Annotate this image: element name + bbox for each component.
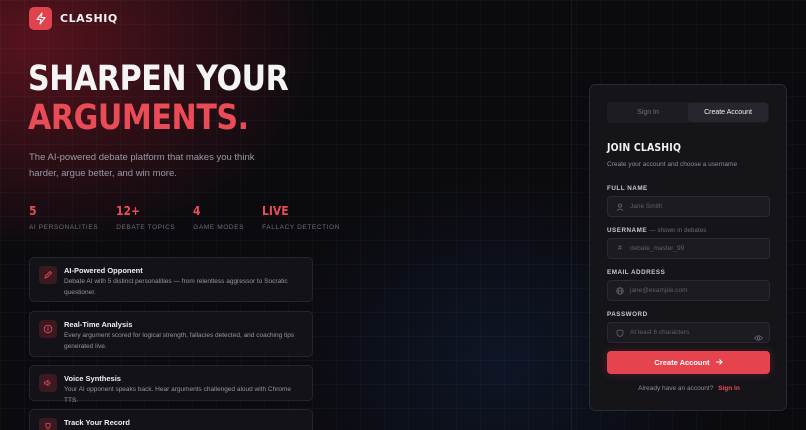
password-placeholder: At least 6 characters <box>630 329 690 336</box>
trophy-icon <box>39 418 57 430</box>
auth-card: Sign In Create Account JOIN CLASHIQ Crea… <box>589 84 787 411</box>
feature-title: Voice Synthesis <box>64 374 121 383</box>
password-label: PASSWORD <box>607 311 648 318</box>
auth-tabs: Sign In Create Account <box>607 102 769 123</box>
stat-item: 5 AI PERSONALITIES <box>29 204 98 231</box>
stat-label: FALLACY DETECTION <box>262 224 341 231</box>
stat-value: 4 <box>193 204 201 218</box>
card-title: JOIN CLASHIQ <box>607 141 682 154</box>
feature-title: Track Your Record <box>64 418 130 427</box>
fullname-field[interactable]: Jane Smith <box>607 196 770 217</box>
stat-value: LIVE <box>262 204 289 218</box>
stat-label: GAME MODES <box>193 224 245 231</box>
stat-value: 12+ <box>116 204 141 218</box>
email-field[interactable]: jane@example.com <box>607 280 770 301</box>
brand-name: CLASHIQ <box>60 12 118 25</box>
feature-description: Your AI opponent speaks back. Hear argum… <box>64 386 292 404</box>
create-account-label: Create Account <box>654 358 710 367</box>
stats-row: 5 AI PERSONALITIES 12+ DEBATE TOPICS 4 G… <box>29 204 358 231</box>
card-subtitle: Create your account and choose a usernam… <box>607 161 738 168</box>
pause-circle-icon <box>39 320 57 338</box>
username-label-text: USERNAME <box>607 227 648 234</box>
globe-icon <box>615 286 625 295</box>
stat-item: 4 GAME MODES <box>193 204 244 231</box>
feature-title: AI-Powered Opponent <box>64 266 143 275</box>
arrow-right-icon <box>715 358 723 368</box>
user-icon <box>615 203 625 211</box>
username-field[interactable]: # debate_master_99 <box>607 238 770 259</box>
password-field[interactable]: At least 6 characters <box>607 322 770 343</box>
auth-footer: Already have an account? Sign In <box>590 385 788 392</box>
hero-subtitle: The AI-powered debate platform that make… <box>29 152 255 179</box>
username-label: USERNAME — shown in debates <box>607 227 706 234</box>
hero-line-2: ARGUMENTS. <box>28 98 249 138</box>
feature-description: Every argument scored for logical streng… <box>64 332 295 350</box>
feature-title: Real-Time Analysis <box>64 320 133 329</box>
feature-card: Track Your Record <box>29 409 313 430</box>
stat-item: LIVE FALLACY DETECTION <box>262 204 340 231</box>
eye-icon[interactable] <box>754 329 763 347</box>
hero-heading: SHARPEN YOUR ARGUMENTS. <box>28 59 289 138</box>
lightning-icon <box>29 7 52 30</box>
create-account-button[interactable]: Create Account <box>607 351 770 374</box>
feature-card: Real-Time Analysis Every argument scored… <box>29 311 313 357</box>
feature-card: AI-Powered Opponent Debate AI with 5 dis… <box>29 257 313 302</box>
brand-logo[interactable]: CLASHIQ <box>29 7 118 30</box>
email-placeholder: jane@example.com <box>630 287 688 294</box>
tab-sign-in[interactable]: Sign In <box>608 103 688 122</box>
hero-line-1: SHARPEN YOUR <box>28 59 289 99</box>
tab-create-account[interactable]: Create Account <box>688 103 768 122</box>
feature-card: Voice Synthesis Your AI opponent speaks … <box>29 365 313 404</box>
username-hint: — shown in debates <box>649 227 707 234</box>
email-label: EMAIL ADDRESS <box>607 269 666 276</box>
panel-divider <box>571 0 572 430</box>
sign-in-link[interactable]: Sign In <box>718 385 740 392</box>
hash-icon: # <box>618 245 622 252</box>
fullname-label: FULL NAME <box>607 185 648 192</box>
stat-label: AI PERSONALITIES <box>29 224 99 231</box>
shield-icon <box>615 328 625 337</box>
stat-value: 5 <box>29 204 37 218</box>
fullname-placeholder: Jane Smith <box>630 203 663 210</box>
stat-label: DEBATE TOPICS <box>116 224 176 231</box>
speaker-icon <box>39 374 57 392</box>
feature-description: Debate AI with 5 distinct personalities … <box>64 278 288 296</box>
username-placeholder: debate_master_99 <box>630 245 685 252</box>
footer-text: Already have an account? <box>638 385 714 392</box>
pencil-icon <box>39 266 57 284</box>
stat-item: 12+ DEBATE TOPICS <box>116 204 175 231</box>
